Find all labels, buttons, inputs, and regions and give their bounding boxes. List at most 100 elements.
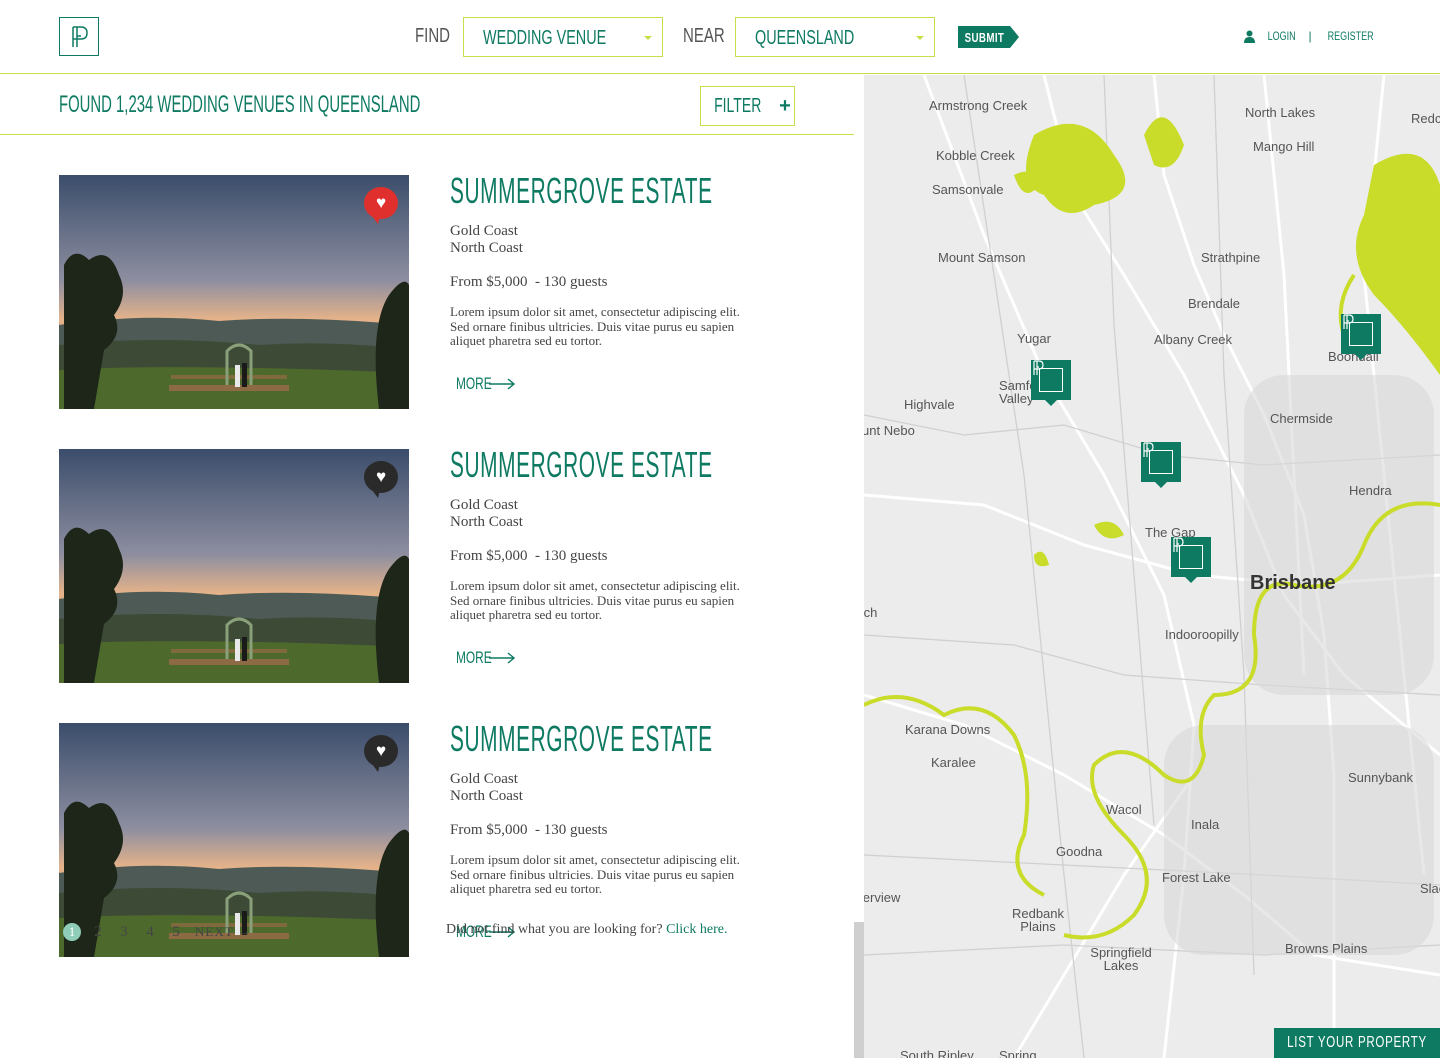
page-3[interactable]: 3 <box>111 922 137 942</box>
venue-description: Lorem ipsum dolor sit amet, consectetur … <box>450 852 740 896</box>
user-icon <box>1244 30 1256 43</box>
scrollbar-thumb[interactable] <box>854 922 864 1058</box>
venue-price-value: From $5,000 <box>450 822 528 838</box>
click-here-link[interactable]: Click here. <box>666 922 727 937</box>
venue-title[interactable]: SUMMERGROVE ESTATE <box>450 721 712 757</box>
venue-location-line1: Gold Coast <box>450 223 518 239</box>
submit-button[interactable]: SUBMIT <box>958 26 1019 48</box>
venue-location-line2: North Coast <box>450 788 523 804</box>
map-label-chermside: Chermside <box>1270 411 1333 426</box>
logo-p-icon[interactable] <box>59 17 99 56</box>
results-count: FOUND 1,234 WEDDING VENUES IN QUEENSLAND <box>59 91 421 118</box>
venue-location-line1: Gold Coast <box>450 497 518 513</box>
map-label-wacol: Wacol <box>1106 802 1142 817</box>
map-label-mount-nebo: Mount Nebo <box>864 423 915 438</box>
find-label: FIND <box>415 25 451 47</box>
venue-guests: - 130 guests <box>535 548 608 564</box>
map-pin-icon[interactable] <box>1341 314 1381 360</box>
map-label-kobble-creek: Kobble Creek <box>936 148 1015 163</box>
page-2[interactable]: 2 <box>85 922 111 942</box>
venue-location: Gold Coast North Coast <box>450 497 760 531</box>
map-pin-icon[interactable] <box>1031 360 1071 406</box>
filter-label: FILTER <box>714 94 762 117</box>
venue-photo[interactable]: ♥ <box>59 175 409 409</box>
map-label-springfield-lakes: Springfield Lakes <box>1090 945 1152 973</box>
near-label: NEAR <box>683 25 725 47</box>
venue-guests: - 130 guests <box>535 274 608 290</box>
more-link[interactable]: MORE <box>456 374 760 394</box>
heart-icon[interactable]: ♥ <box>364 461 398 498</box>
venue-info: SUMMERGROVE ESTATE Gold Coast North Coast… <box>450 447 760 668</box>
list-property-label: LIST YOUR PROPERTY <box>1287 1034 1427 1051</box>
venue-location-line2: North Coast <box>450 240 523 256</box>
map-label-strathpine: Strathpine <box>1201 250 1261 265</box>
map-view[interactable]: Armstrong Creek North Lakes Redcliffe Ko… <box>864 75 1440 1058</box>
login-link[interactable]: LOGIN <box>1268 29 1296 43</box>
map-label-redbank-plains: Redbank Plains <box>1011 906 1065 934</box>
plus-icon: + <box>773 94 791 117</box>
heart-icon[interactable]: ♥ <box>364 735 398 772</box>
more-label: MORE <box>456 373 492 393</box>
map-label-browns-plains: Browns Plains <box>1285 941 1368 956</box>
map-label-brendale: Brendale <box>1188 296 1241 311</box>
filter-button[interactable]: FILTER + <box>700 86 795 126</box>
arrow-right-icon <box>489 651 516 664</box>
map-label-armstrong-creek: Armstrong Creek <box>929 98 1028 113</box>
venue-price: From $5,000 - 130 guests <box>450 274 760 291</box>
map-label-highvale: Highvale <box>904 397 955 412</box>
venue-description: Lorem ipsum dolor sit amet, consectetur … <box>450 304 740 348</box>
map-label-redcliffe: Redcliffe <box>1411 111 1440 126</box>
map-label-forest-lake: Forest Lake <box>1162 870 1231 885</box>
scrollbar-track[interactable] <box>854 75 864 1058</box>
auth-links: LOGIN | REGISTER <box>1244 29 1381 43</box>
venue-price-value: From $5,000 <box>450 274 528 290</box>
map-pin-icon[interactable] <box>1141 442 1181 488</box>
map-label-sunnybank: Sunnybank <box>1348 770 1414 785</box>
map-label-mango-hill: Mango Hill <box>1253 139 1315 154</box>
venue-type-select[interactable]: WEDDING VENUE <box>463 17 663 57</box>
submit-label: SUBMIT <box>964 29 1004 45</box>
site-header: FIND WEDDING VENUE NEAR QUEENSLAND SUBMI… <box>0 0 1440 74</box>
map-label-mount-samson: Mount Samson <box>938 250 1026 265</box>
page-5[interactable]: 5 <box>163 922 189 942</box>
venue-card[interactable]: ♥ SUMMERGROVE ESTATE Gold Coast North Coa… <box>59 173 760 409</box>
venue-guests: - 130 guests <box>535 822 608 838</box>
map-label-karana-downs: Karana Downs <box>905 722 991 737</box>
more-link[interactable]: MORE <box>456 648 760 668</box>
venue-location-line1: Gold Coast <box>450 771 518 787</box>
map-pin-icon[interactable] <box>1171 537 1211 583</box>
map-label-brisbane: Brisbane <box>1250 572 1336 594</box>
map-label-albany-creek: Albany Creek <box>1154 332 1233 347</box>
list-property-button[interactable]: LIST YOUR PROPERTY <box>1274 1028 1440 1058</box>
register-link[interactable]: REGISTER <box>1327 29 1373 43</box>
location-value: QUEENSLAND <box>755 27 855 49</box>
map-label-north-lakes: North Lakes <box>1245 105 1316 120</box>
map-label-goodna: Goodna <box>1056 844 1103 859</box>
venue-title[interactable]: SUMMERGROVE ESTATE <box>450 447 712 483</box>
more-label: MORE <box>456 647 492 667</box>
venue-description: Lorem ipsum dolor sit amet, consectetur … <box>450 578 740 622</box>
page-4[interactable]: 4 <box>137 922 163 942</box>
not-found-message: Did not find what you are looking for? C… <box>446 922 727 938</box>
venue-location: Gold Coast North Coast <box>450 223 760 257</box>
arrow-right-icon <box>489 377 516 390</box>
next-page-link[interactable]: NEXT → <box>195 924 252 940</box>
chevron-down-icon <box>644 36 652 40</box>
map-label-yugar: Yugar <box>1017 331 1051 346</box>
venue-card[interactable]: ♥ SUMMERGROVE ESTATE Gold Coast North Coa… <box>59 447 760 683</box>
not-found-text: Did not find what you are looking for? <box>446 922 663 937</box>
results-bar: FOUND 1,234 WEDDING VENUES IN QUEENSLAND… <box>0 75 854 135</box>
venue-location: Gold Coast North Coast <box>450 771 760 805</box>
location-select[interactable]: QUEENSLAND <box>735 17 935 57</box>
venue-type-value: WEDDING VENUE <box>483 27 607 49</box>
venue-photo[interactable]: ♥ <box>59 449 409 683</box>
map-label-riverview: Riverview <box>864 890 901 905</box>
venue-title[interactable]: SUMMERGROVE ESTATE <box>450 173 712 209</box>
venue-price: From $5,000 - 130 guests <box>450 822 760 839</box>
page-1[interactable]: 1 <box>59 922 85 942</box>
heart-icon[interactable]: ♥ <box>364 187 398 224</box>
map-label-spring: Spring <box>999 1048 1037 1058</box>
venue-info: SUMMERGROVE ESTATE Gold Coast North Coast… <box>450 173 760 394</box>
map-label-samsonvale: Samsonvale <box>932 182 1004 197</box>
venue-price-value: From $5,000 <box>450 548 528 564</box>
